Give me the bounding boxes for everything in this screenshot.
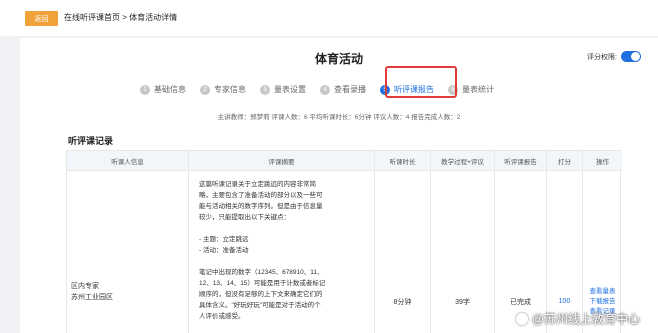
evaluator-org: 苏州工业园区 — [71, 294, 113, 301]
highlight-annotation — [385, 66, 457, 98]
summary-line — [199, 223, 364, 234]
section-title: 听评课记录 — [68, 136, 114, 146]
watermark-text: @苏州线上教育中心 — [531, 312, 640, 326]
watermark: @苏州线上教育中心 — [515, 310, 640, 327]
view-scale-link[interactable]: 查看量表 — [590, 287, 616, 297]
summary-line: 笔记中出现的数字（12345、678910、11、 — [199, 269, 324, 276]
back-button[interactable]: 返回 — [25, 11, 58, 26]
breadcrumb: 在线听评课首页 > 体育活动详情 — [64, 13, 178, 22]
step-label: 量表统计 — [462, 85, 494, 94]
summary-line: 略，主要包含了准备活动的部分以及一些可 — [199, 192, 323, 199]
permission-toggle[interactable] — [621, 51, 641, 62]
permission-control: 评分权限: — [587, 51, 641, 62]
step-expert-info[interactable]: 2 专家信息 — [200, 84, 246, 95]
cell-duration: 8分钟 — [375, 171, 431, 333]
col-header-evaluator: 听课人信息 — [67, 151, 189, 171]
step-scale-settings[interactable]: 3 量表设置 — [260, 84, 306, 95]
summary-line: 具体含义。"好玩好玩"可能是对于活动的个 — [199, 302, 321, 309]
permission-label: 评分权限: — [587, 53, 617, 61]
step-label: 量表设置 — [274, 85, 306, 94]
cell-evaluator: 区内专家 苏州工业园区 — [67, 171, 189, 333]
summary-line: 人评价或感受。 — [199, 313, 245, 320]
records-table: 听课人信息 评课摘要 听课时长 教学过程+评议 听评课报告 打分 操作 区内专家… — [66, 150, 622, 333]
step-label: 查看录播 — [334, 85, 366, 94]
stats-summary: 主讲教师：郑梦莉 评课人数：6 平均听课时长：6分钟 评议人数：4 报告完成人数… — [217, 114, 461, 121]
summary-line: 12、13、14、15）可能是用于计数或者标记 — [199, 280, 326, 287]
summary-line: 这篇听课记录关于立定跳远的内容非常简 — [199, 181, 316, 188]
step-number: 2 — [200, 84, 210, 95]
col-header-report: 听评课报告 — [495, 151, 547, 171]
cell-report-status: 已完成 — [495, 171, 547, 333]
step-label: 专家信息 — [214, 85, 246, 94]
summary-line — [199, 256, 364, 267]
cell-actions: 查看量表 下载报告 查看记录 — [583, 171, 622, 333]
step-number: 3 — [260, 84, 270, 95]
col-header-score: 打分 — [547, 151, 583, 171]
summary-line: 能与活动相关的数字序列。但是由于信息量 — [199, 203, 323, 210]
step-view-recording[interactable]: 4 查看录播 — [320, 84, 366, 95]
cell-word-count: 39字 — [431, 171, 495, 333]
watermark-logo-icon — [515, 312, 528, 325]
summary-line: - 主题：立定跳远 — [199, 236, 249, 243]
top-bar: 返回 在线听评课首页 > 体育活动详情 — [0, 0, 658, 36]
step-basic-info[interactable]: 1 基础信息 — [140, 84, 186, 95]
col-header-process: 教学过程+评议 — [431, 151, 495, 171]
page-title: 体育活动 — [314, 52, 363, 66]
step-number: 1 — [140, 84, 150, 95]
main-card: 体育活动 评分权限: 1 基础信息 2 专家信息 3 量表设置 4 查看录播 5… — [20, 38, 658, 333]
col-header-summary: 评课摘要 — [189, 151, 375, 171]
col-header-actions: 操作 — [583, 151, 622, 171]
summary-line: - 活动：准备活动 — [199, 247, 249, 254]
step-number: 4 — [320, 84, 330, 95]
evaluator-role: 区内专家 — [71, 283, 99, 290]
download-report-link[interactable]: 下载报告 — [590, 297, 616, 307]
step-label: 基础信息 — [154, 85, 186, 94]
summary-line: 顺序的，但没有足够的上下文来确定它们的 — [199, 291, 323, 298]
col-header-duration: 听课时长 — [375, 151, 431, 171]
cell-score: 100 — [547, 171, 583, 333]
summary-line: 较少，只能提取出以下关键点： — [199, 214, 290, 221]
cell-summary: 这篇听课记录关于立定跳远的内容非常简 略，主要包含了准备活动的部分以及一些可 能… — [189, 171, 375, 333]
